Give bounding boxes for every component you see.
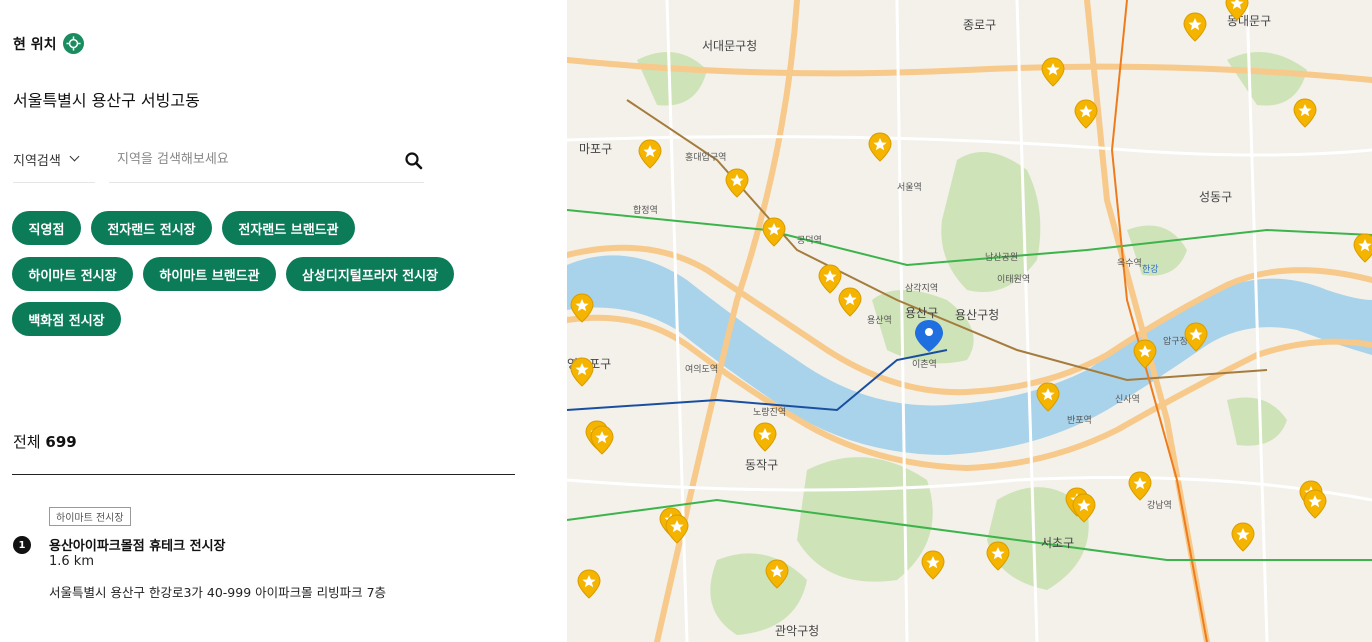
store-marker-icon[interactable] xyxy=(1128,471,1152,501)
store-marker-icon[interactable] xyxy=(725,168,749,198)
store-marker-icon[interactable] xyxy=(838,287,862,317)
store-marker-icon[interactable] xyxy=(1183,12,1207,42)
results-total-count: 699 xyxy=(45,433,77,451)
store-marker-icon[interactable] xyxy=(1303,489,1327,519)
store-type-badge: 하이마트 전시장 xyxy=(49,507,131,526)
store-marker-icon[interactable] xyxy=(665,514,689,544)
store-marker-icon[interactable] xyxy=(1231,522,1255,552)
store-marker-icon[interactable] xyxy=(1036,382,1060,412)
filter-chip-etland-showroom[interactable]: 전자랜드 전시장 xyxy=(91,211,212,245)
store-marker-icon[interactable] xyxy=(1353,233,1372,263)
store-marker-icon[interactable] xyxy=(1184,322,1208,352)
current-location-label: 현 위치 xyxy=(13,36,57,53)
store-marker-icon[interactable] xyxy=(590,425,614,455)
search-row: 지역검색 xyxy=(13,140,424,183)
results-total-label: 전체 xyxy=(13,433,41,451)
locate-me-icon[interactable] xyxy=(62,33,84,54)
store-marker-icon[interactable] xyxy=(1133,339,1157,369)
map-view[interactable]: 용산구 용산구청 마포구 종로구 서대문구청 동대문구 동작구 서초구 영등포구… xyxy=(567,0,1372,642)
store-marker-icon[interactable] xyxy=(868,132,892,162)
store-marker-icon[interactable] xyxy=(570,293,594,323)
current-location-pin-icon xyxy=(915,320,943,352)
store-marker-icon[interactable] xyxy=(986,541,1010,571)
filter-chip-himart-showroom[interactable]: 하이마트 전시장 xyxy=(12,257,133,291)
store-address: 서울특별시 용산구 한강로3가 40-999 아이파크몰 리빙파크 7층 xyxy=(49,585,387,600)
store-marker-icon[interactable] xyxy=(570,357,594,387)
store-marker-icon[interactable] xyxy=(1072,493,1096,523)
store-marker-icon[interactable] xyxy=(818,264,842,294)
store-marker-icon[interactable] xyxy=(577,569,601,599)
search-icon[interactable] xyxy=(404,151,424,171)
search-field-wrap xyxy=(109,140,424,183)
store-marker-icon[interactable] xyxy=(1225,0,1249,21)
filter-chip-etland-brand[interactable]: 전자랜드 브랜드관 xyxy=(222,211,355,245)
store-marker-icon[interactable] xyxy=(762,217,786,247)
chevron-down-icon xyxy=(69,151,80,162)
filter-chip-himart-brand[interactable]: 하이마트 브랜드관 xyxy=(143,257,276,291)
store-markers-layer xyxy=(570,0,1372,599)
store-marker-icon[interactable] xyxy=(1041,57,1065,87)
store-index-badge: 1 xyxy=(13,536,31,554)
store-marker-icon[interactable] xyxy=(765,559,789,589)
filter-chip-direct-store[interactable]: 직영점 xyxy=(12,211,81,245)
store-name[interactable]: 용산아이파크몰점 휴테크 전시장 xyxy=(49,535,226,554)
store-finder-panel: 현 위치 서울특별시 용산구 서빙고동 지역검색 지역을 검색해보세요 직영점 … xyxy=(0,0,567,642)
region-search-dropdown[interactable]: 지역검색 xyxy=(13,140,95,183)
results-divider xyxy=(12,474,515,475)
store-marker-icon[interactable] xyxy=(1293,98,1317,128)
store-marker-icon[interactable] xyxy=(1074,99,1098,129)
filter-chip-samsung-plaza[interactable]: 삼성디지털프라자 전시장 xyxy=(286,257,454,291)
store-marker-icon[interactable] xyxy=(921,550,945,580)
store-distance: 1.6 km xyxy=(49,554,94,569)
store-marker-icon[interactable] xyxy=(638,139,662,169)
current-address: 서울특별시 용산구 서빙고동 xyxy=(13,91,200,110)
results-total: 전체 699 xyxy=(13,431,77,452)
current-location-row: 현 위치 xyxy=(13,33,84,54)
region-search-input[interactable] xyxy=(117,146,387,172)
region-search-label: 지역검색 xyxy=(13,154,61,169)
store-marker-icon[interactable] xyxy=(753,422,777,452)
filter-chip-department-store[interactable]: 백화점 전시장 xyxy=(12,302,121,336)
